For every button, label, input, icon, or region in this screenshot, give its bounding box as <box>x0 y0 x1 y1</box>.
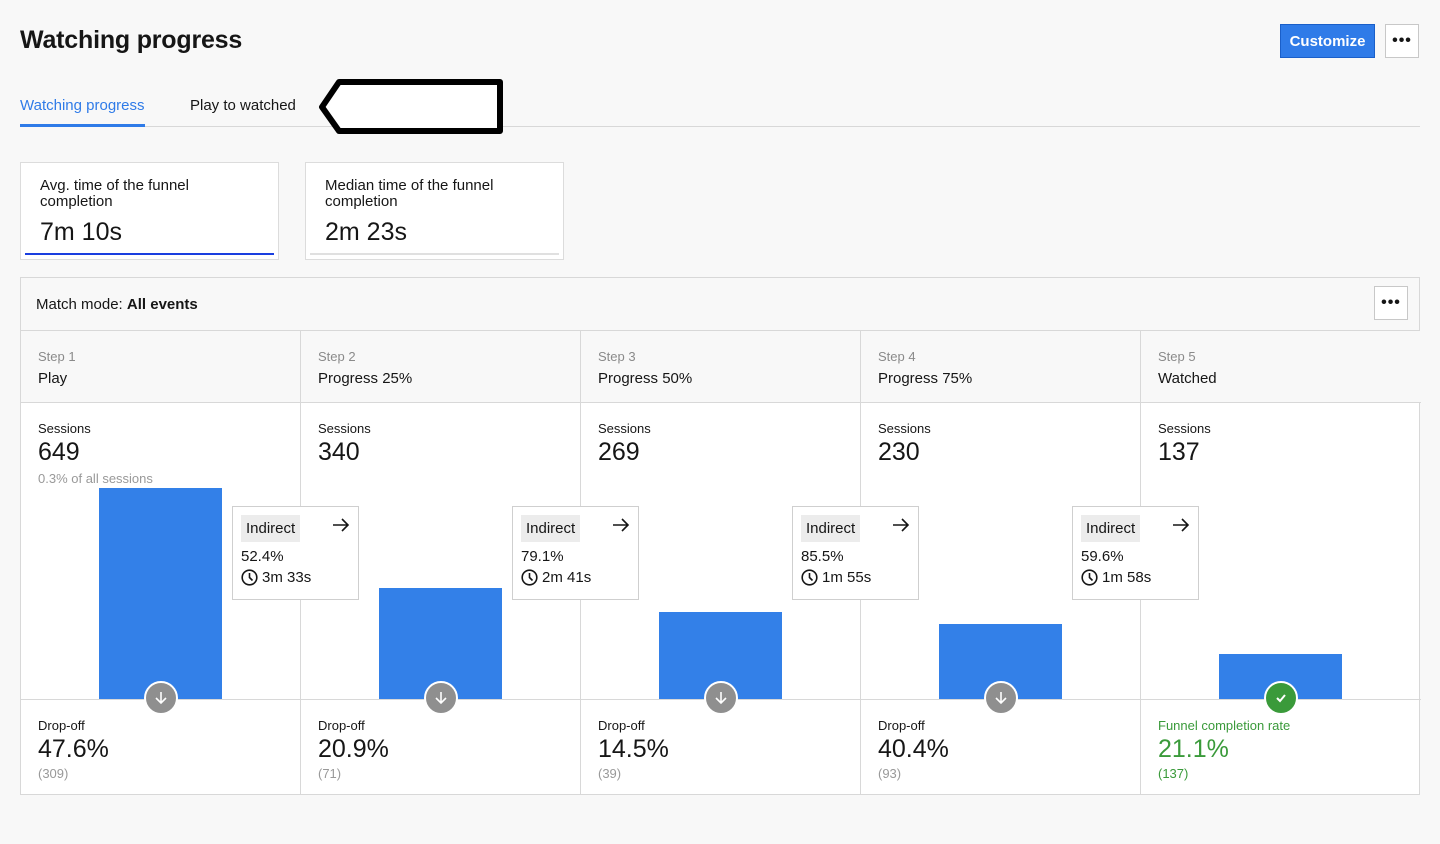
funnel-step-5: Step 5 Watched Sessions 137 Funnel complet… <box>1072 331 1421 795</box>
drop-count: (93) <box>878 766 902 781</box>
indirect-conversion[interactable]: Indirect 52.4% 3m 33s <box>232 506 359 600</box>
step-number: Step 1 <box>38 349 76 364</box>
step-number: Step 3 <box>598 349 636 364</box>
step-name: Progress 50% <box>598 370 693 387</box>
check-icon <box>1264 681 1298 715</box>
tab-play-to-watched[interactable]: Play to watched <box>190 97 296 127</box>
clock-icon <box>241 569 258 586</box>
drop-count: (71) <box>318 766 342 781</box>
step-number: Step 2 <box>318 349 356 364</box>
card-value: 7m 10s <box>40 218 122 246</box>
clock-icon <box>801 569 818 586</box>
step-header: Step 3 Progress 50% <box>581 331 860 403</box>
median-time-card[interactable]: Median time of the funnel completion 2m … <box>305 162 564 260</box>
clock-icon <box>1081 569 1098 586</box>
indirect-conversion[interactable]: Indirect 85.5% 1m 55s <box>792 506 919 600</box>
sessions: Sessions 230 <box>878 421 931 466</box>
step-number: Step 5 <box>1158 349 1196 364</box>
sessions-value: 137 <box>1158 438 1200 466</box>
drop-value: 21.1% <box>1158 735 1229 763</box>
arrow-right-icon <box>613 518 630 532</box>
customize-button[interactable]: Customize <box>1280 24 1375 58</box>
drop-value: 40.4% <box>878 735 949 763</box>
indirect-time: 1m 58s <box>1102 569 1152 586</box>
step-header: Step 2 Progress 25% <box>301 331 580 403</box>
indirect-percent: 52.4% <box>241 548 284 565</box>
drop-value: 47.6% <box>38 735 109 763</box>
indirect-percent: 85.5% <box>801 548 844 565</box>
arrow-down-icon <box>984 681 1018 715</box>
card-value: 2m 23s <box>325 218 407 246</box>
indirect-percent: 79.1% <box>521 548 564 565</box>
sessions: Sessions 340 <box>318 421 371 466</box>
clock-icon <box>521 569 538 586</box>
step-name: Watched <box>1158 370 1217 387</box>
sessions-value: 230 <box>878 438 920 466</box>
ellipsis-icon: ••• <box>1392 32 1412 49</box>
indirect-conversion[interactable]: Indirect 59.6% 1m 58s <box>1072 506 1199 600</box>
indirect-tag: Indirect <box>241 515 301 542</box>
tab-watching-progress[interactable]: Watching progress <box>20 97 145 127</box>
step-name: Progress 75% <box>878 370 973 387</box>
match-mode: Match mode: All events <box>21 278 1419 331</box>
sessions-value: 269 <box>598 438 640 466</box>
more-options-button[interactable]: ••• <box>1385 24 1419 58</box>
arrow-right-icon <box>1173 518 1190 532</box>
indirect-tag: Indirect <box>801 515 861 542</box>
indirect-time: 3m 33s <box>262 569 312 586</box>
step-number: Step 4 <box>878 349 916 364</box>
drop-count: (39) <box>598 766 622 781</box>
tab-bar: Watching progress Play to watched <box>20 92 1420 127</box>
arrow-down-icon <box>144 681 178 715</box>
sessions-bar[interactable] <box>99 488 222 699</box>
indirect-conversion[interactable]: Indirect 79.1% 2m 41s <box>512 506 639 600</box>
redaction-mark <box>319 79 503 134</box>
indirect-time: 1m 55s <box>822 569 872 586</box>
drop-count: (309) <box>38 766 69 781</box>
sessions: Sessions 649 0.3% of all sessions <box>38 421 153 486</box>
arrow-down-icon <box>704 681 738 715</box>
step-header: Step 1 Play <box>21 331 300 403</box>
panel-more-button[interactable]: ••• <box>1374 286 1408 320</box>
arrow-right-icon <box>893 518 910 532</box>
indirect-tag: Indirect <box>1081 515 1141 542</box>
indirect-tag: Indirect <box>521 515 581 542</box>
drop-value: 14.5% <box>598 735 669 763</box>
sessions: Sessions 137 <box>1158 421 1211 466</box>
avg-time-card[interactable]: Avg. time of the funnel completion 7m 10… <box>20 162 279 260</box>
sessions: Sessions 269 <box>598 421 651 466</box>
sessions-value: 340 <box>318 438 360 466</box>
step-header: Step 5 Watched <box>1141 331 1421 403</box>
ellipsis-icon: ••• <box>1381 294 1401 311</box>
funnel-panel: Match mode: All events ••• Step 1 Play Se… <box>20 277 1421 795</box>
sessions-share: 0.3% of all sessions <box>38 471 153 486</box>
card-label: Median time of the funnel completion <box>325 177 494 210</box>
arrow-down-icon <box>424 681 458 715</box>
indirect-percent: 59.6% <box>1081 548 1124 565</box>
step-name: Progress 25% <box>318 370 413 387</box>
step-header: Step 4 Progress 75% <box>861 331 1140 403</box>
page-title: Watching progress <box>20 26 243 54</box>
sessions-value: 649 <box>38 438 80 466</box>
drop-value: 20.9% <box>318 735 389 763</box>
card-label: Avg. time of the funnel completion <box>40 177 189 210</box>
step-name: Play <box>38 370 68 387</box>
arrow-right-icon <box>333 518 350 532</box>
indirect-time: 2m 41s <box>542 569 592 586</box>
drop-count: (137) <box>1158 766 1189 781</box>
